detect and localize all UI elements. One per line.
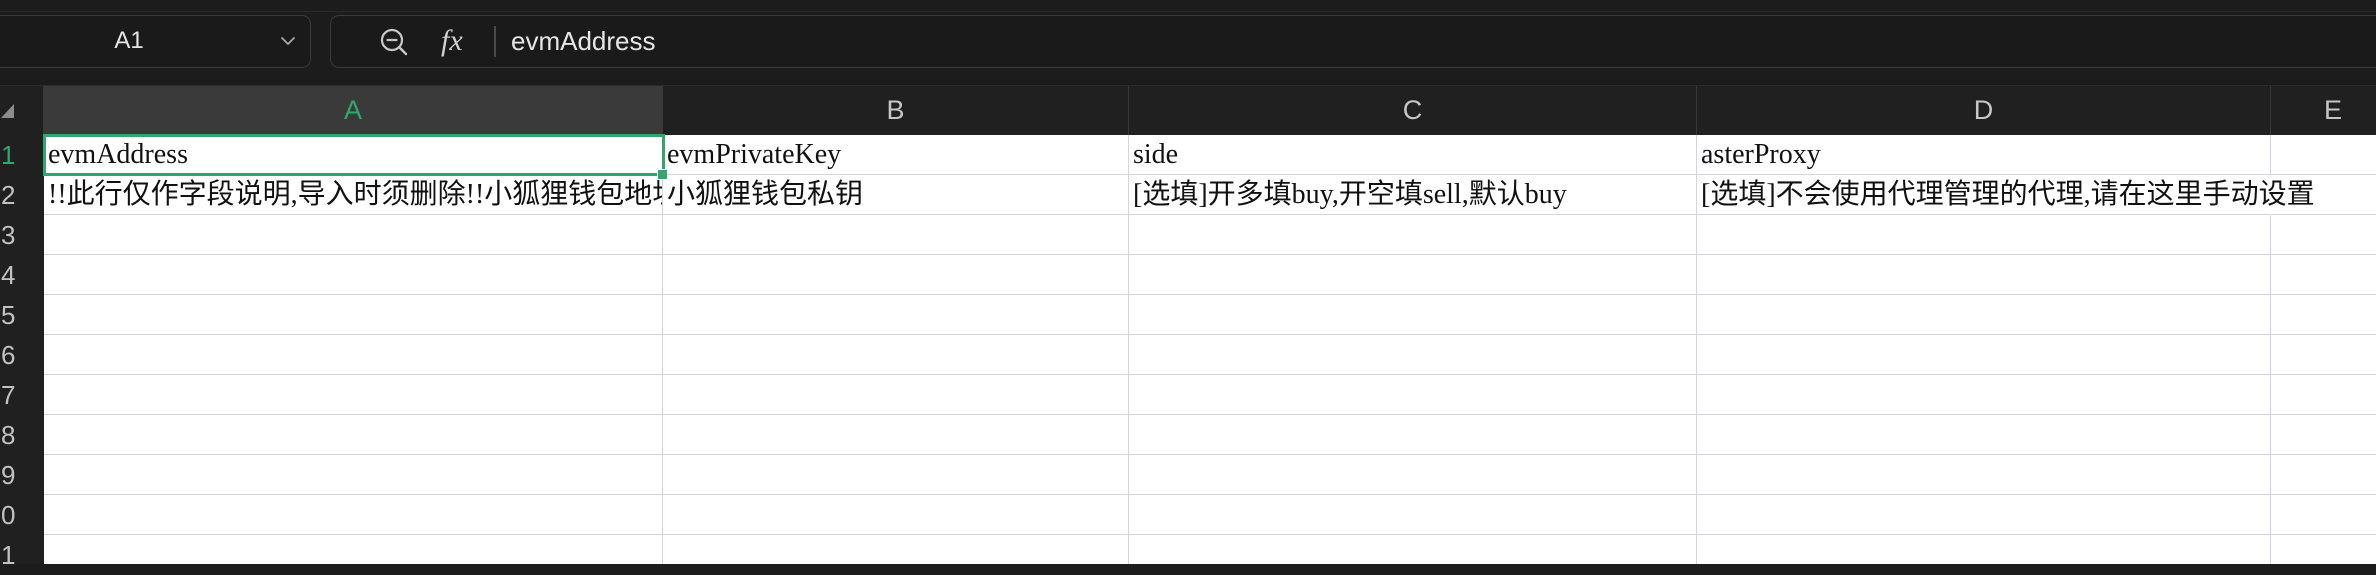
cell-B6[interactable] bbox=[663, 335, 1129, 375]
formula-toolbar: A1 fx evmAddress bbox=[0, 0, 2376, 85]
cell-B10[interactable] bbox=[663, 495, 1129, 535]
insert-function-button[interactable]: fx bbox=[441, 16, 463, 66]
select-all-corner[interactable] bbox=[0, 86, 44, 135]
cell-E6[interactable] bbox=[2271, 335, 2376, 375]
cell-B9[interactable] bbox=[663, 455, 1129, 495]
cell-E9[interactable] bbox=[2271, 455, 2376, 495]
cell-A2[interactable]: !!此行仅作字段说明,导入时须删除!!小狐狸钱包地址 bbox=[44, 175, 663, 215]
cell-B5[interactable] bbox=[663, 295, 1129, 335]
cell-E1[interactable] bbox=[2271, 135, 2376, 175]
cell-B3[interactable] bbox=[663, 215, 1129, 255]
cell-B4[interactable] bbox=[663, 255, 1129, 295]
select-all-triangle-icon bbox=[1, 104, 14, 118]
cell-D2[interactable]: [选填]不会使用代理管理的代理,请在这里手动设置 bbox=[1697, 175, 2315, 215]
sheet-row: 1 evmAddress evmPrivateKey side asterProxy bbox=[0, 135, 2376, 175]
cell-A7[interactable] bbox=[44, 375, 663, 415]
cell-B2[interactable]: 小狐狸钱包私钥 bbox=[663, 175, 1129, 215]
cell-A1[interactable]: evmAddress bbox=[44, 135, 663, 175]
sheet-row: 4 bbox=[0, 255, 2376, 295]
name-box-value[interactable]: A1 bbox=[95, 16, 163, 66]
cell-C2[interactable]: [选填]开多填buy,开空填sell,默认buy bbox=[1129, 175, 1697, 215]
cell-E3[interactable] bbox=[2271, 215, 2376, 255]
cell-A6[interactable] bbox=[44, 335, 663, 375]
cell-D4[interactable] bbox=[1697, 255, 2271, 295]
cell-grid: 1 evmAddress evmPrivateKey side asterProxy 2!… bbox=[0, 135, 2376, 570]
cell-D3[interactable] bbox=[1697, 215, 2271, 255]
cell-D9[interactable] bbox=[1697, 455, 2271, 495]
row-header-9[interactable]: 9 bbox=[0, 455, 44, 495]
cell-D1[interactable]: asterProxy bbox=[1697, 135, 2271, 175]
cell-A9[interactable] bbox=[44, 455, 663, 495]
cell-A8[interactable] bbox=[44, 415, 663, 455]
column-header-B[interactable]: B bbox=[663, 86, 1129, 135]
cell-C10[interactable] bbox=[1129, 495, 1697, 535]
cell-A4[interactable] bbox=[44, 255, 663, 295]
cell-D5[interactable] bbox=[1697, 295, 2271, 335]
chevron-down-icon[interactable] bbox=[280, 36, 296, 46]
sheet-row: 2 !!此行仅作字段说明,导入时须删除!!小狐狸钱包地址 小狐狸钱包私钥 [选填]开多… bbox=[0, 175, 2376, 215]
row-header-1[interactable]: 1 bbox=[0, 135, 44, 175]
cell-E10[interactable] bbox=[2271, 495, 2376, 535]
cell-C3[interactable] bbox=[1129, 215, 1697, 255]
row-header-6[interactable]: 6 bbox=[0, 335, 44, 375]
cell-D11[interactable] bbox=[1697, 535, 2271, 564]
column-header-row: ABCDE bbox=[0, 85, 2376, 135]
cell-E8[interactable] bbox=[2271, 415, 2376, 455]
sheet-row: 7 bbox=[0, 375, 2376, 415]
cell-B1[interactable]: evmPrivateKey bbox=[663, 135, 1129, 175]
cell-D7[interactable] bbox=[1697, 375, 2271, 415]
fill-handle[interactable] bbox=[657, 169, 668, 180]
magnifier-icon[interactable] bbox=[378, 26, 410, 58]
row-header-7[interactable]: 7 bbox=[0, 375, 44, 415]
cell-C1[interactable]: side bbox=[1129, 135, 1697, 175]
cell-D8[interactable] bbox=[1697, 415, 2271, 455]
cell-D10[interactable] bbox=[1697, 495, 2271, 535]
cell-B11[interactable] bbox=[663, 535, 1129, 564]
column-header-A[interactable]: A bbox=[44, 86, 663, 135]
cell-C11[interactable] bbox=[1129, 535, 1697, 564]
toolbar-top-divider bbox=[0, 11, 2376, 12]
cell-C5[interactable] bbox=[1129, 295, 1697, 335]
formula-bar[interactable]: fx evmAddress bbox=[330, 15, 2376, 68]
cell-A5[interactable] bbox=[44, 295, 663, 335]
cell-B7[interactable] bbox=[663, 375, 1129, 415]
formula-input[interactable]: evmAddress bbox=[511, 16, 656, 66]
sheet-row: 8 bbox=[0, 415, 2376, 455]
cell-C4[interactable] bbox=[1129, 255, 1697, 295]
sheet-row: 6 bbox=[0, 335, 2376, 375]
row-header-10[interactable]: 0 bbox=[0, 495, 44, 535]
sheet-row: 5 bbox=[0, 295, 2376, 335]
cell-E11[interactable] bbox=[2271, 535, 2376, 564]
row-header-5[interactable]: 5 bbox=[0, 295, 44, 335]
sheet-row: 9 bbox=[0, 455, 2376, 495]
cell-E5[interactable] bbox=[2271, 295, 2376, 335]
row-header-3[interactable]: 3 bbox=[0, 215, 44, 255]
cell-A11[interactable] bbox=[44, 535, 663, 564]
cell-E4[interactable] bbox=[2271, 255, 2376, 295]
cell-B8[interactable] bbox=[663, 415, 1129, 455]
sheet-row: 0 bbox=[0, 495, 2376, 535]
cell-C6[interactable] bbox=[1129, 335, 1697, 375]
formula-divider bbox=[494, 26, 496, 57]
cell-C8[interactable] bbox=[1129, 415, 1697, 455]
cell-E7[interactable] bbox=[2271, 375, 2376, 415]
sheet-row: 3 bbox=[0, 215, 2376, 255]
row-header-4[interactable]: 4 bbox=[0, 255, 44, 295]
column-header-E[interactable]: E bbox=[2271, 86, 2376, 135]
sheet-row: 1 bbox=[0, 535, 2376, 570]
column-header-D[interactable]: D bbox=[1697, 86, 2271, 135]
row-header-2[interactable]: 2 bbox=[0, 175, 44, 215]
cell-A3[interactable] bbox=[44, 215, 663, 255]
column-header-C[interactable]: C bbox=[1129, 86, 1697, 135]
row-header-8[interactable]: 8 bbox=[0, 415, 44, 455]
name-box[interactable]: A1 bbox=[0, 15, 311, 68]
cell-C9[interactable] bbox=[1129, 455, 1697, 495]
row-header-11[interactable]: 1 bbox=[0, 535, 44, 570]
cell-C7[interactable] bbox=[1129, 375, 1697, 415]
cell-D6[interactable] bbox=[1697, 335, 2271, 375]
cell-A10[interactable] bbox=[44, 495, 663, 535]
